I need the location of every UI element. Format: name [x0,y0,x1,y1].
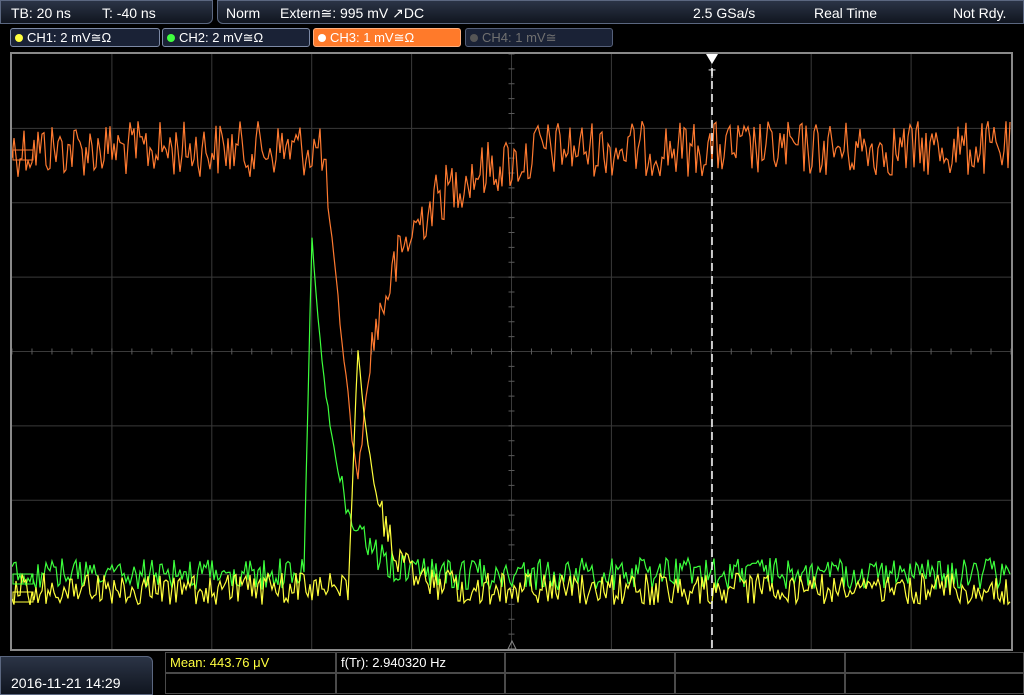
measure-slot[interactable] [675,673,845,694]
top-status-bar: TB: 20 ns T: -40 ns Norm Extern≅: 995 mV… [0,0,1024,25]
measure-mean-value: Mean: 443.76 μV [170,655,270,670]
ch1-level-marker [12,591,34,603]
timebase-value[interactable]: TB: 20 ns [11,5,71,21]
waveform-display[interactable]: T [10,52,1013,651]
trigger-marker-label: T [708,67,716,81]
measure-slot[interactable] [845,652,1024,673]
trigger-arrow-icon [706,54,718,64]
channel-dot-icon [15,34,23,42]
measure-slot[interactable] [675,652,845,673]
measure-slot[interactable] [165,673,336,694]
channel-tab-ch3[interactable]: CH3: 1 mV≅Ω [313,28,461,47]
channel-dot-icon [318,34,326,42]
channel-label: CH1: 2 mV≅Ω [27,30,112,45]
acquisition-panel[interactable]: Norm Extern≅: 995 mV ↗DC 2.5 GSa/s Real … [217,0,1024,24]
measure-mean[interactable]: Mean: 443.76 μV [165,652,336,673]
measure-freq[interactable]: f(Tr): 2.940320 Hz [336,652,505,673]
timebase-panel[interactable]: TB: 20 ns T: -40 ns [0,0,213,24]
datetime: 2016-11-21 14:29 [11,675,121,691]
measure-slot[interactable] [505,673,675,694]
sample-rate[interactable]: 2.5 GSa/s [693,5,755,21]
channel-dot-icon [470,34,478,42]
channel-dot-icon [167,34,175,42]
channel-label: CH3: 1 mV≅Ω [330,30,415,45]
measure-slot[interactable] [336,673,505,694]
time-mode[interactable]: Real Time [814,5,877,21]
measurement-panel[interactable]: Mean: 443.76 μV f(Tr): 2.940320 Hz [165,652,1024,695]
measure-slot[interactable] [505,652,675,673]
acq-status: Not Rdy. [953,5,1007,21]
channel-label: CH4: 1 mV≅ [482,30,557,45]
waveform-canvas[interactable]: T [12,54,1011,649]
channel-label: CH2: 2 mV≅Ω [179,30,264,45]
channel-tab-ch1[interactable]: CH1: 2 mV≅Ω [10,28,160,47]
measure-slot[interactable] [845,673,1024,694]
channel-tab-ch4[interactable]: CH4: 1 mV≅ [465,28,613,47]
channel-tab-ch2[interactable]: CH2: 2 mV≅Ω [162,28,310,47]
trigger-source[interactable]: Extern≅: 995 mV ↗DC [280,5,424,22]
trigger-offset-value[interactable]: T: -40 ns [102,5,156,21]
datetime-panel: 2016-11-21 14:29 [0,656,153,695]
measure-freq-value: f(Tr): 2.940320 Hz [341,655,447,670]
acq-mode[interactable]: Norm [226,5,260,21]
